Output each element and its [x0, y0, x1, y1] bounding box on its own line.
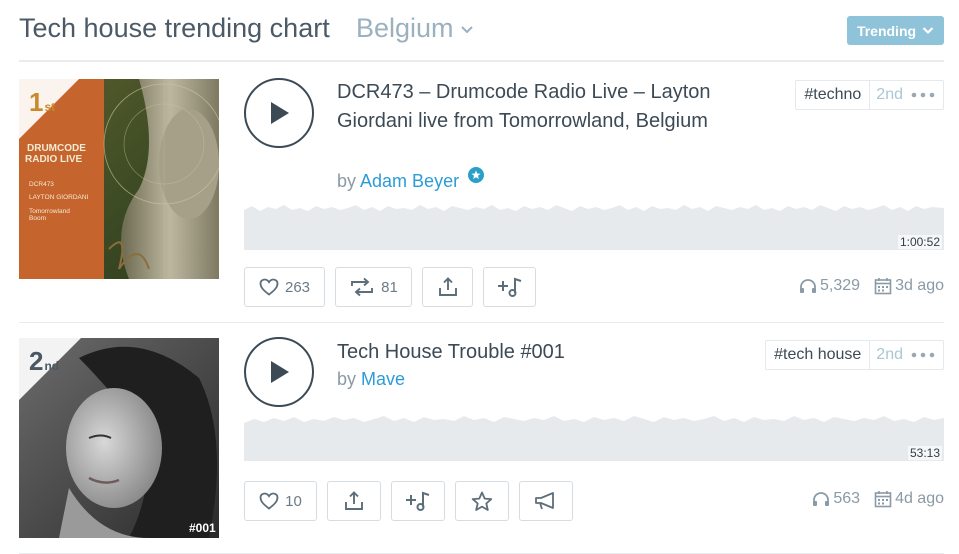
- share-icon: [345, 491, 363, 510]
- cover-text: DCR473: [29, 181, 54, 188]
- by-label: by: [337, 369, 357, 389]
- cover-text: DRUMCODE: [27, 143, 86, 154]
- page-title: Tech house trending chart: [19, 13, 330, 43]
- promote-button[interactable]: [519, 481, 573, 521]
- cover-text: Tomorrowland: [29, 208, 70, 215]
- tag-box: #tech house 2nd: [765, 340, 944, 370]
- genre-tag[interactable]: #tech house: [766, 341, 871, 369]
- headphones-icon: [800, 279, 817, 293]
- share-button[interactable]: [327, 481, 381, 521]
- track-duration: 1:00:52: [897, 235, 942, 249]
- chart-rank: 1st: [29, 87, 55, 118]
- play-count-value: 5,329: [820, 277, 861, 294]
- chevron-down-icon: [460, 26, 473, 34]
- play-count: 5,329: [799, 277, 860, 295]
- play-count: 563: [812, 490, 860, 508]
- more-options-button[interactable]: [907, 352, 943, 358]
- track-duration: 53:13: [907, 446, 942, 460]
- track-artwork[interactable]: DRUMCODE RADIO LIVE DCR473 LAYTON GIORDA…: [19, 79, 219, 279]
- chart-header: Tech house trending chart Belgium Trendi…: [19, 0, 944, 62]
- waveform-graphic: [244, 416, 944, 461]
- upload-age: 4d ago: [895, 490, 944, 507]
- favorite-button[interactable]: [455, 481, 509, 521]
- track-stats: 5,329 3d ago: [785, 277, 944, 295]
- track-actions: 10: [244, 481, 573, 521]
- repost-button[interactable]: 81: [335, 267, 412, 307]
- track-stats: 563 4d ago: [798, 490, 944, 508]
- chart-rank: 2nd: [29, 346, 59, 377]
- track-title[interactable]: DCR473 – Drumcode Radio Live – Layton Gi…: [337, 78, 757, 136]
- cover-text: RADIO LIVE: [25, 154, 83, 165]
- add-music-icon: [406, 491, 430, 511]
- trending-dropdown-button[interactable]: Trending: [847, 16, 944, 45]
- waveform[interactable]: 53:13: [244, 413, 944, 461]
- play-count-value: 563: [833, 490, 861, 507]
- rank-number: 2: [29, 346, 44, 376]
- megaphone-icon: [535, 492, 554, 510]
- add-to-playlist-button[interactable]: [483, 267, 536, 307]
- track-row: DRUMCODE RADIO LIVE DCR473 LAYTON GIORDA…: [19, 64, 944, 323]
- star-icon: [471, 491, 493, 511]
- ellipsis-icon: [911, 92, 935, 98]
- track-title[interactable]: Tech House Trouble #001: [337, 338, 757, 367]
- artist-link[interactable]: Mave: [361, 369, 405, 389]
- heart-icon: [259, 492, 279, 510]
- more-options-button[interactable]: [907, 92, 943, 98]
- artist-link[interactable]: Adam Beyer: [360, 171, 459, 191]
- headphones-icon: [813, 492, 830, 506]
- track-row: #001 2nd Tech House Trouble #001 by Mave…: [19, 324, 944, 554]
- play-button[interactable]: [244, 78, 314, 148]
- repost-count: 81: [381, 278, 398, 296]
- add-to-playlist-button[interactable]: [391, 481, 445, 521]
- track-actions: 263 81: [244, 267, 536, 307]
- country-selector[interactable]: Belgium: [356, 13, 474, 44]
- verified-icon: [468, 167, 485, 183]
- tag-box: #techno 2nd: [795, 80, 944, 110]
- cover-text: Boom: [29, 215, 46, 222]
- like-count: 263: [284, 278, 311, 296]
- waveform-graphic: [244, 205, 944, 250]
- upload-age: 3d ago: [895, 277, 944, 294]
- rank-suffix: st: [44, 100, 56, 114]
- upload-date: 4d ago: [874, 490, 944, 508]
- like-count: 10: [285, 492, 302, 510]
- add-music-icon: [497, 277, 521, 297]
- chevron-down-icon: [922, 27, 934, 35]
- like-button[interactable]: 263: [244, 267, 325, 307]
- track-artist-line: by Mave: [337, 369, 405, 390]
- by-label: by: [337, 171, 357, 191]
- trending-label: Trending: [856, 22, 917, 39]
- country-label: Belgium: [356, 13, 454, 43]
- repost-icon: [351, 277, 374, 297]
- waveform[interactable]: 1:00:52: [244, 202, 944, 250]
- cover-text: #001: [189, 521, 216, 535]
- cover-text: LAYTON GIORDANI: [29, 194, 89, 201]
- track-artist-line: by Adam Beyer: [337, 167, 485, 192]
- previous-rank: 2nd: [876, 346, 903, 363]
- previous-rank: 2nd: [876, 86, 903, 103]
- rank-number: 1: [29, 87, 44, 117]
- upload-date: 3d ago: [874, 277, 944, 295]
- rank-suffix: nd: [44, 359, 60, 373]
- share-icon: [438, 277, 457, 296]
- like-button[interactable]: 10: [244, 481, 317, 521]
- heart-icon: [259, 278, 279, 296]
- genre-tag[interactable]: #techno: [796, 81, 871, 109]
- play-icon: [271, 102, 289, 124]
- play-icon: [271, 361, 289, 383]
- share-button[interactable]: [422, 267, 473, 307]
- play-button[interactable]: [244, 337, 314, 407]
- calendar-icon: [874, 278, 892, 295]
- calendar-icon: [874, 491, 892, 508]
- ellipsis-icon: [911, 352, 935, 358]
- track-artwork[interactable]: #001 2nd: [19, 338, 219, 538]
